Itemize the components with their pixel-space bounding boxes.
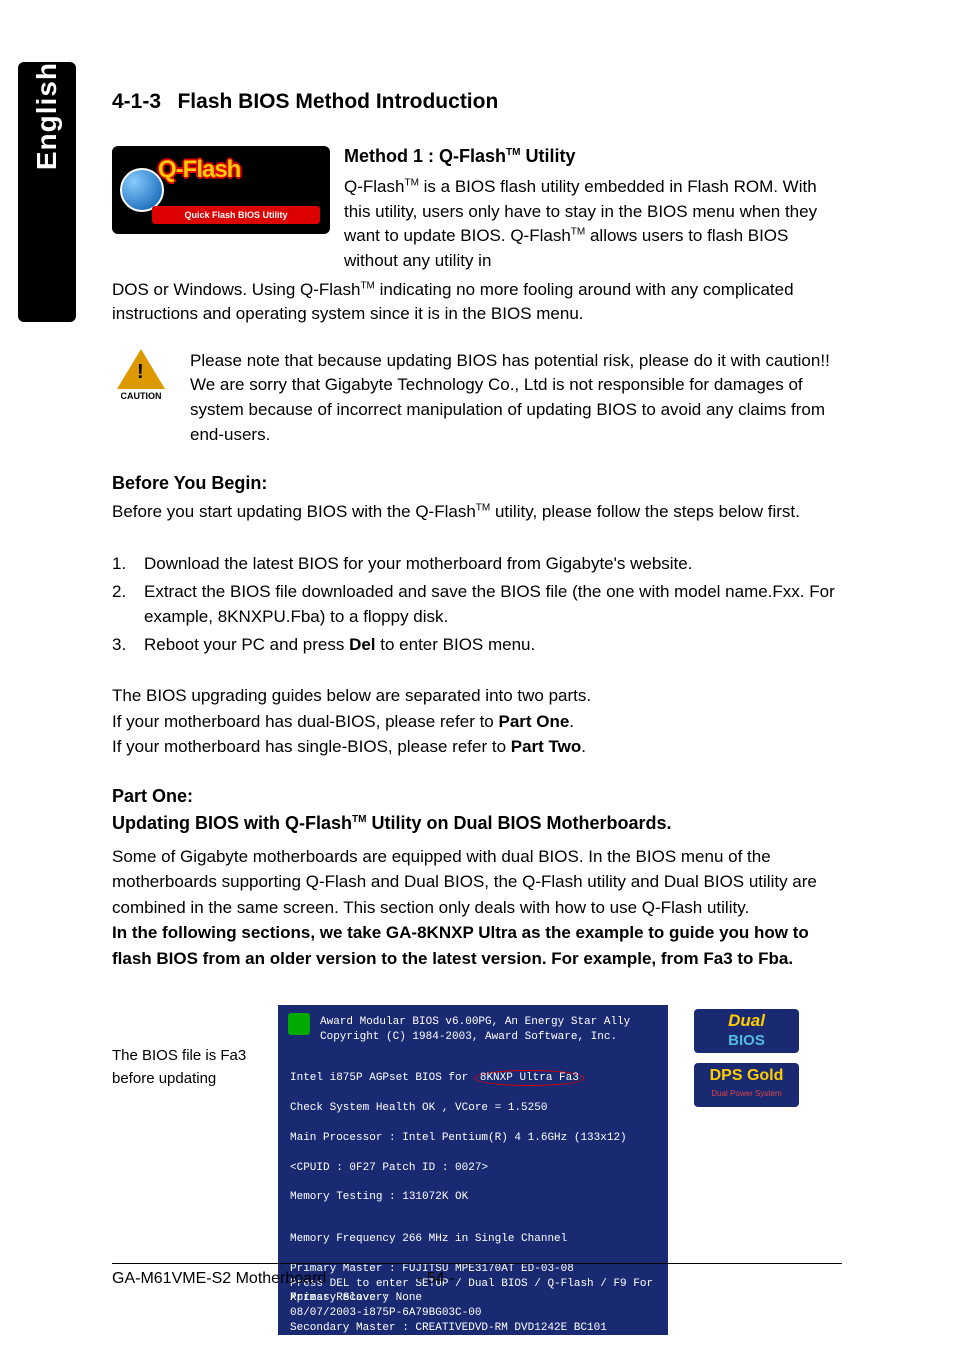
caution-label: CAUTION bbox=[112, 391, 170, 401]
t: Reboot your PC and press bbox=[144, 635, 349, 654]
t: Q-Flash bbox=[344, 177, 404, 196]
part-two-ref: Part Two bbox=[511, 737, 582, 756]
list-item: 1. Download the latest BIOS for your mot… bbox=[112, 551, 842, 577]
tm-sup: TM bbox=[404, 177, 418, 188]
guides-l2: If your motherboard has dual-BIOS, pleas… bbox=[112, 709, 842, 735]
tm-sup: TM bbox=[360, 280, 374, 291]
footer-product: GA-M61VME-S2 Motherboard bbox=[112, 1270, 417, 1288]
t: If your motherboard has single-BIOS, ple… bbox=[112, 737, 511, 756]
caution-block: CAUTION Please note that because updatin… bbox=[112, 349, 842, 448]
page-content: 4-1-3 Flash BIOS Method Introduction Q-F… bbox=[112, 90, 842, 1335]
step-num: 2. bbox=[112, 579, 126, 630]
tm-sup: TM bbox=[506, 147, 520, 158]
guides-l1: The BIOS upgrading guides below are sepa… bbox=[112, 683, 842, 709]
bios-version-callout: 8KNXP Ultra Fa3 bbox=[475, 1070, 584, 1087]
qflash-logo: Q-Flash Quick Flash BIOS Utility bbox=[112, 146, 330, 234]
t: Dual bbox=[728, 1011, 765, 1030]
guides-l3: If your motherboard has single-BIOS, ple… bbox=[112, 734, 842, 760]
tm-sup: TM bbox=[476, 503, 490, 514]
t: <CPUID : 0F27 Patch ID : 0027> bbox=[290, 1162, 488, 1174]
before-intro: Before you start updating BIOS with the … bbox=[112, 500, 842, 525]
bios-caption: The BIOS file is Fa3 before updating bbox=[112, 1005, 252, 1090]
step-num: 3. bbox=[112, 632, 126, 658]
step-text: Download the latest BIOS for your mother… bbox=[144, 551, 842, 577]
bios-header-1: Award Modular BIOS v6.00PG, An Energy St… bbox=[320, 1015, 656, 1030]
section-heading: 4-1-3 Flash BIOS Method Introduction bbox=[112, 90, 842, 114]
bios-block-1: Intel i875P AGPset BIOS for 8KNXP Ultra … bbox=[290, 1055, 656, 1205]
t: Secondary Slave : None bbox=[290, 1352, 435, 1364]
t: Main Processor : Intel Pentium(R) 4 1.6G… bbox=[290, 1132, 627, 1144]
t: DPS Gold bbox=[710, 1067, 784, 1084]
t: Secondary Master : CREATIVEDVD-RM DVD124… bbox=[290, 1322, 607, 1334]
part-one-p1: Some of Gigabyte motherboards are equipp… bbox=[112, 844, 842, 921]
list-item: 3. Reboot your PC and press Del to enter… bbox=[112, 632, 842, 658]
method1-title: Method 1 : Q-FlashTM Utility bbox=[344, 146, 842, 167]
method1-title-text: Method 1 : Q-Flash bbox=[344, 146, 506, 166]
method1-para2: DOS or Windows. Using Q-FlashTM indicati… bbox=[112, 278, 842, 327]
language-tab: English bbox=[18, 62, 76, 322]
dual-bios-badge: Dual BIOS bbox=[694, 1009, 799, 1053]
t: to enter BIOS menu. bbox=[376, 635, 536, 654]
del-key: Del bbox=[349, 635, 375, 654]
t: Intel i875P AGPset BIOS for bbox=[290, 1072, 475, 1084]
part-one-sub: Updating BIOS with Q-FlashTM Utility on … bbox=[112, 813, 842, 834]
caution-icon bbox=[117, 349, 165, 389]
t: . bbox=[569, 712, 574, 731]
t: . bbox=[581, 737, 586, 756]
section-number: 4-1-3 bbox=[112, 90, 161, 114]
t: DOS or Windows. Using Q-Flash bbox=[112, 280, 360, 299]
language-tab-label: English bbox=[31, 62, 63, 198]
qflash-logo-text: Q-Flash bbox=[158, 156, 240, 184]
t: utility, please follow the steps below f… bbox=[490, 502, 800, 521]
step-text: Extract the BIOS file downloaded and sav… bbox=[144, 579, 842, 630]
t: Utility on Dual BIOS Motherboards. bbox=[366, 813, 671, 833]
step-text: Reboot your PC and press Del to enter BI… bbox=[144, 632, 842, 658]
tm-sup: TM bbox=[352, 814, 366, 825]
list-item: 2. Extract the BIOS file downloaded and … bbox=[112, 579, 842, 630]
t: If your motherboard has dual-BIOS, pleas… bbox=[112, 712, 498, 731]
tm-sup: TM bbox=[571, 227, 585, 238]
caution-text: Please note that because updating BIOS h… bbox=[190, 349, 842, 448]
t: Check System Health OK , VCore = 1.5250 bbox=[290, 1102, 547, 1114]
part-one-ref: Part One bbox=[498, 712, 569, 731]
step-num: 1. bbox=[112, 551, 126, 577]
footer-page-number: - 54 - bbox=[417, 1270, 537, 1288]
method1-title-after: Utility bbox=[520, 146, 575, 166]
before-heading: Before You Begin: bbox=[112, 473, 842, 494]
t: Dual Power System bbox=[694, 1085, 799, 1103]
steps-list: 1. Download the latest BIOS for your mot… bbox=[112, 551, 842, 657]
method1-para1: Q-FlashTM is a BIOS flash utility embedd… bbox=[344, 175, 842, 274]
badge-column: Dual BIOS DPS Gold Dual Power System bbox=[694, 1005, 799, 1107]
part-one-heading: Part One: bbox=[112, 786, 842, 807]
t: Memory Frequency 266 MHz in Single Chann… bbox=[290, 1233, 567, 1245]
t: Memory Testing : 131072K OK bbox=[290, 1191, 468, 1203]
part-one-p2: In the following sections, we take GA-8K… bbox=[112, 920, 842, 971]
bios-header-2: Copyright (C) 1984-2003, Award Software,… bbox=[320, 1030, 656, 1045]
qflash-logo-strip: Quick Flash BIOS Utility bbox=[152, 206, 320, 224]
page-footer: GA-M61VME-S2 Motherboard - 54 - bbox=[112, 1263, 842, 1288]
t: Before you start updating BIOS with the … bbox=[112, 502, 476, 521]
bios-chip-icon bbox=[288, 1013, 310, 1035]
t: Updating BIOS with Q-Flash bbox=[112, 813, 352, 833]
t: 08/07/2003-i875P-6A79BG03C-00 bbox=[290, 1306, 656, 1321]
section-title: Flash BIOS Method Introduction bbox=[177, 90, 498, 114]
dps-gold-badge: DPS Gold Dual Power System bbox=[694, 1063, 799, 1107]
t: BIOS bbox=[694, 1031, 799, 1051]
